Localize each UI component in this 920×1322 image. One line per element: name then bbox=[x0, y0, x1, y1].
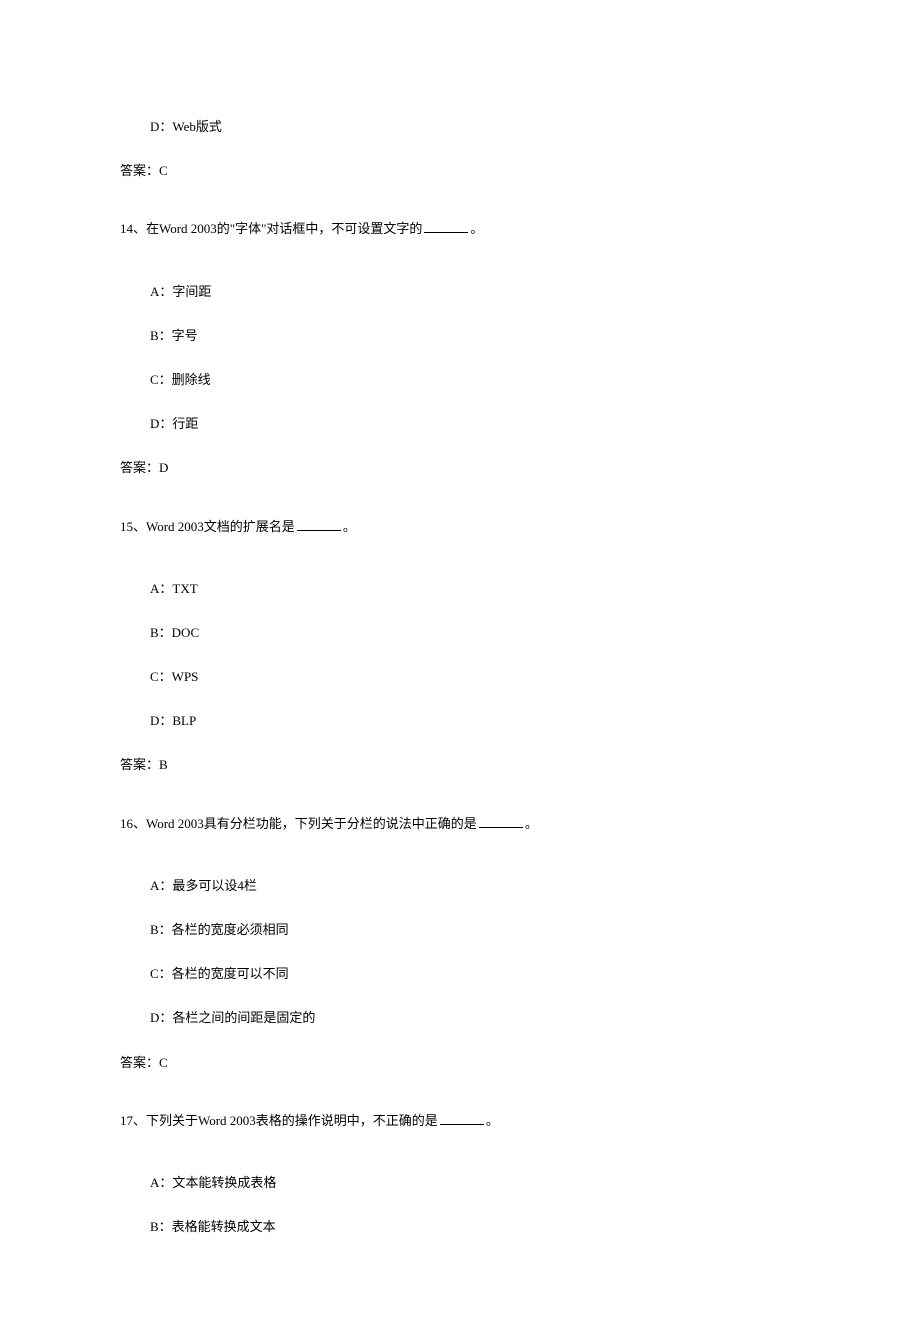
q15-option-d: D：BLP bbox=[120, 712, 800, 730]
q14-prompt: 14、在Word 2003的"字体"对话框中，不可设置文字的 。 bbox=[120, 220, 800, 238]
q17-option-a: A：文本能转换成表格 bbox=[120, 1174, 800, 1192]
q16-prompt-post: 。 bbox=[525, 816, 538, 831]
q16-answer: 答案：C bbox=[120, 1054, 800, 1072]
q16-option-b: B：各栏的宽度必须相同 bbox=[120, 921, 800, 939]
q14-option-a: A：字间距 bbox=[120, 283, 800, 301]
q17-options: A：文本能转换成表格 B：表格能转换成文本 bbox=[120, 1174, 800, 1236]
q15-option-a: A：TXT bbox=[120, 580, 800, 598]
q14-option-c: C：删除线 bbox=[120, 371, 800, 389]
document-page: D：Web版式 答案：C 14、在Word 2003的"字体"对话框中，不可设置… bbox=[0, 0, 920, 1322]
q15-answer: 答案：B bbox=[120, 756, 800, 774]
prev-option-d: D：Web版式 bbox=[120, 118, 800, 136]
q15-prompt: 15、Word 2003文档的扩展名是 。 bbox=[120, 518, 800, 536]
q15-options: A：TXT B：DOC C：WPS D：BLP bbox=[120, 580, 800, 731]
q17-prompt-post: 。 bbox=[486, 1113, 499, 1128]
prev-answer: 答案：C bbox=[120, 162, 800, 180]
q17-prompt: 17、下列关于Word 2003表格的操作说明中，不正确的是 。 bbox=[120, 1112, 800, 1130]
q16-prompt: 16、Word 2003具有分栏功能，下列关于分栏的说法中正确的是 。 bbox=[120, 815, 800, 833]
q16-option-d: D：各栏之间的间距是固定的 bbox=[120, 1009, 800, 1027]
q15-option-b: B：DOC bbox=[120, 624, 800, 642]
q14-answer: 答案：D bbox=[120, 459, 800, 477]
blank-fill bbox=[297, 518, 341, 531]
q16-option-a: A：最多可以设4栏 bbox=[120, 877, 800, 895]
q14-prompt-post: 。 bbox=[470, 221, 483, 236]
blank-fill bbox=[479, 815, 523, 828]
q15-prompt-post: 。 bbox=[343, 519, 356, 534]
blank-fill bbox=[440, 1112, 484, 1125]
q14-option-b: B：字号 bbox=[120, 327, 800, 345]
q16-option-c: C：各栏的宽度可以不同 bbox=[120, 965, 800, 983]
q16-options: A：最多可以设4栏 B：各栏的宽度必须相同 C：各栏的宽度可以不同 D：各栏之间… bbox=[120, 877, 800, 1028]
q17-prompt-pre: 17、下列关于Word 2003表格的操作说明中，不正确的是 bbox=[120, 1113, 438, 1128]
q17-option-b: B：表格能转换成文本 bbox=[120, 1218, 800, 1236]
q14-prompt-pre: 14、在Word 2003的"字体"对话框中，不可设置文字的 bbox=[120, 221, 422, 236]
q14-option-d: D：行距 bbox=[120, 415, 800, 433]
q16-prompt-pre: 16、Word 2003具有分栏功能，下列关于分栏的说法中正确的是 bbox=[120, 816, 477, 831]
q15-option-c: C：WPS bbox=[120, 668, 800, 686]
q15-prompt-pre: 15、Word 2003文档的扩展名是 bbox=[120, 519, 295, 534]
q14-options: A：字间距 B：字号 C：删除线 D：行距 bbox=[120, 283, 800, 434]
blank-fill bbox=[424, 221, 468, 234]
